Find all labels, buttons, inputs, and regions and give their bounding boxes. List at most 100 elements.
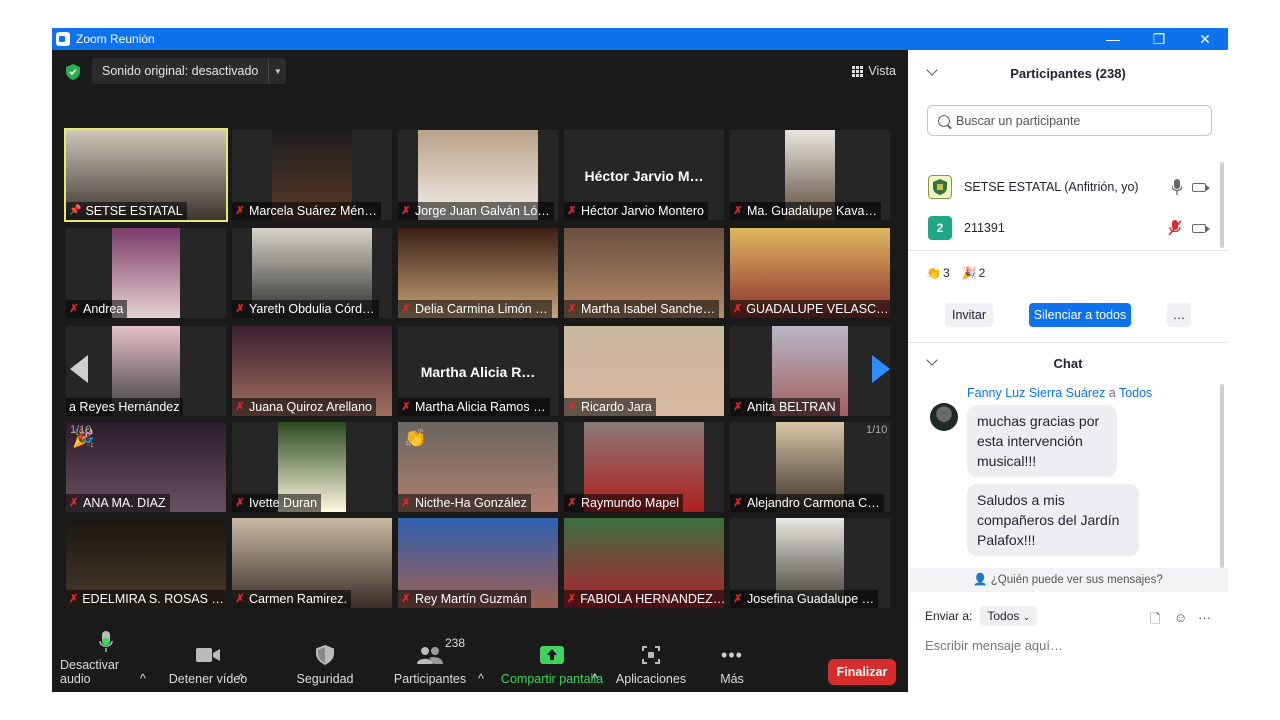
participant-row[interactable]: 2 211391	[928, 214, 1218, 242]
chat-more-icon[interactable]: ···	[1198, 610, 1211, 625]
collapse-chevron-icon[interactable]	[926, 64, 938, 76]
participant-name-tag: ✗ Ma. Guadalupe Kava…	[730, 202, 881, 220]
page-indicator-left: 1/10	[70, 424, 92, 436]
restore-button[interactable]: ❐	[1136, 28, 1182, 50]
invite-button[interactable]: Invitar	[945, 303, 993, 327]
muted-microphone-icon: ✗	[69, 593, 79, 605]
chat-scrollbar[interactable]	[1220, 384, 1224, 568]
chat-sender-line: Fanny Luz Sierra Suárez a Todos	[967, 386, 1152, 400]
participant-name: Alejandro Carmona C…	[747, 496, 880, 510]
send-to-dropdown[interactable]: Todos ⌄	[980, 606, 1038, 626]
video-tile[interactable]: ✗ Ma. Guadalupe Kava…	[730, 130, 890, 220]
video-camera-icon[interactable]	[1192, 182, 1210, 192]
video-tile[interactable]: ✗ Ivette Duran	[232, 422, 392, 512]
video-tile[interactable]: ✗ Jorge Juan Galván Ló…	[398, 130, 558, 220]
participant-name: Yareth Obdulia Córd…	[249, 302, 375, 316]
previous-page-arrow-icon[interactable]	[70, 355, 88, 383]
participant-name: SETSE ESTATAL	[85, 204, 183, 218]
participant-avatar: 2	[928, 216, 952, 240]
audio-options-chevron-icon[interactable]: ^	[140, 630, 146, 692]
participant-row[interactable]: SETSE ESTATAL (Anfitrión, yo)	[928, 173, 1218, 201]
share-options-chevron-icon[interactable]: ^	[592, 630, 598, 692]
video-tile[interactable]: ✗ Josefina Guadalupe …	[730, 518, 890, 608]
share-screen-button[interactable]: Compartir pantalla	[500, 630, 604, 692]
video-tile[interactable]: ✗ Delia Carmina Limón …	[398, 228, 558, 318]
security-button[interactable]: Seguridad	[288, 630, 362, 692]
muted-microphone-icon: ✗	[733, 593, 743, 605]
video-tile[interactable]: 📌 SETSE ESTATAL	[64, 128, 228, 222]
video-tile[interactable]: ✗ Rey Martín Guzmán	[398, 518, 558, 608]
participant-name-tag: ✗ Nicthe-Ha González	[398, 494, 531, 512]
end-meeting-button[interactable]: Finalizar	[828, 659, 896, 685]
next-page-arrow-icon[interactable]	[872, 355, 890, 383]
side-panel: Participantes (238) Buscar un participan…	[908, 50, 1228, 692]
participant-name: Marcela Suárez Mén…	[249, 204, 377, 218]
video-tile[interactable]: ✗ Anita BELTRAN	[730, 326, 890, 416]
chat-message: muchas gracias por esta intervención mus…	[967, 405, 1117, 477]
mute-all-button[interactable]: Silenciar a todos	[1029, 303, 1131, 327]
video-tile[interactable]: ✗ Carmen Ramirez.	[232, 518, 392, 608]
participant-name: Rey Martín Guzmán	[415, 592, 527, 606]
microphone-icon[interactable]	[1172, 179, 1182, 195]
video-tile[interactable]: ✗ Martha Isabel Sanche…	[564, 228, 724, 318]
participant-name-tag: ✗ Raymundo Mapel	[564, 494, 683, 512]
chat-recipient[interactable]: Todos	[1119, 386, 1152, 400]
video-tile[interactable]: ✗ Yareth Obdulia Córd…	[232, 228, 392, 318]
participant-name-tag: ✗ Jorge Juan Galván Ló…	[398, 202, 554, 220]
mute-audio-button[interactable]: Desactivar audio	[60, 630, 152, 692]
apps-button[interactable]: Aplicaciones	[612, 630, 690, 692]
divider	[908, 250, 1228, 251]
video-camera-icon[interactable]	[1192, 223, 1210, 233]
microphone-muted-icon[interactable]	[1168, 220, 1182, 236]
participant-name: Raymundo Mapel	[581, 496, 679, 510]
video-tile[interactable]: ✗ GUADALUPE VELASC…	[730, 228, 890, 318]
reaction-counts: 👏 3 🎉 2	[926, 266, 985, 280]
chat-title: Chat	[1053, 355, 1083, 371]
view-button[interactable]: Vista	[848, 60, 900, 82]
search-icon	[938, 114, 950, 127]
participants-scrollbar[interactable]	[1220, 162, 1224, 248]
encryption-shield-icon[interactable]	[66, 64, 80, 80]
video-tile[interactable]: 👏 ✗ Nicthe-Ha González	[398, 422, 558, 512]
chat-sender-name[interactable]: Fanny Luz Sierra Suárez	[967, 386, 1105, 400]
chevron-down-icon[interactable]: ▼	[268, 58, 286, 84]
send-to-selector: Enviar a: Todos ⌄	[925, 606, 1038, 626]
video-tile[interactable]: ✗ Raymundo Mapel	[564, 422, 724, 512]
video-tile[interactable]: Martha Alicia R… ✗ Martha Alicia Ramos …	[398, 326, 558, 416]
more-button[interactable]: ••• Más	[710, 630, 754, 692]
participant-name-tag: ✗ Yareth Obdulia Córd…	[232, 300, 379, 318]
video-tile[interactable]: ✗ FABIOLA HERNANDEZ…	[564, 518, 724, 608]
participants-more-button[interactable]: …	[1167, 303, 1191, 327]
muted-microphone-icon: ✗	[401, 401, 411, 413]
chat-message-input[interactable]: Escribir mensaje aquí…	[925, 638, 1063, 653]
collapse-chevron-icon[interactable]	[926, 354, 938, 366]
participant-name: SETSE ESTATAL (Anfitrión, yo)	[964, 180, 1139, 194]
video-tile[interactable]: Héctor Jarvio M… ✗ Héctor Jarvio Montero	[564, 130, 724, 220]
crest-logo-icon	[933, 179, 947, 195]
mute-audio-label: Desactivar audio	[60, 658, 120, 686]
video-options-chevron-icon[interactable]: ^	[238, 630, 244, 692]
video-tile[interactable]: ✗ Andrea	[66, 228, 226, 318]
video-tile[interactable]: ✗ EDELMIRA S. ROSAS …	[66, 518, 226, 608]
muted-microphone-icon: ✗	[401, 303, 411, 315]
participants-options-chevron-icon[interactable]: ^	[478, 630, 484, 692]
who-can-see-link[interactable]: 👤 ¿Quién puede ver sus mensajes?	[908, 572, 1228, 586]
video-tile[interactable]: ✗ Juana Quiroz Arellano	[232, 326, 392, 416]
meeting-toolbar: Desactivar audio ^ Detener vídeo ^ Segur…	[52, 630, 908, 692]
video-tile[interactable]: a Reyes Hernández	[66, 326, 226, 416]
video-tile[interactable]: ✗ Ricardo Jara	[564, 326, 724, 416]
participant-name-tag: ✗ Anita BELTRAN	[730, 398, 840, 416]
original-sound-button[interactable]: Sonido original: desactivado ▼	[92, 58, 287, 84]
meeting-area: Sonido original: desactivado ▼ Vista 📌 SE…	[52, 50, 908, 692]
stop-video-button[interactable]: Detener vídeo	[168, 630, 248, 692]
file-icon[interactable]: 🗋	[1150, 610, 1160, 632]
video-tile[interactable]: ✗ Marcela Suárez Mén…	[232, 130, 392, 220]
minimize-button[interactable]: —	[1090, 28, 1136, 50]
participant-search-input[interactable]: Buscar un participante	[927, 105, 1212, 136]
participant-name: 211391	[964, 221, 1005, 235]
muted-microphone-icon: ✗	[401, 497, 411, 509]
close-button[interactable]: ✕	[1182, 28, 1228, 50]
participants-title: Participantes (238)	[1010, 65, 1126, 81]
participant-name-tag: ✗ Martha Isabel Sanche…	[564, 300, 720, 318]
emoji-icon[interactable]: ☺	[1174, 610, 1187, 625]
